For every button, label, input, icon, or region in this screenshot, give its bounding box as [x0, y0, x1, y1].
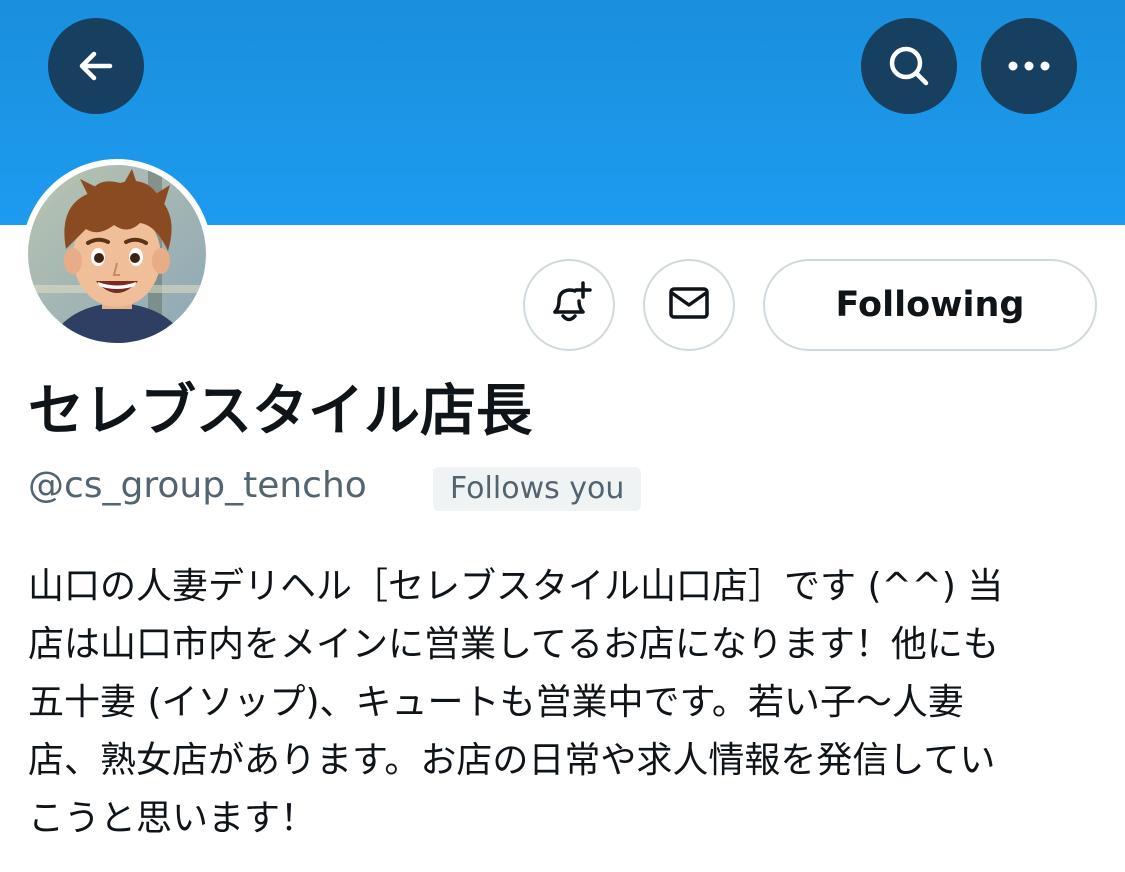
- bell-plus-icon: [545, 279, 593, 331]
- following-button[interactable]: Following: [763, 259, 1097, 351]
- profile-page: Following セレブスタイル店長 @cs_group_tencho Fol…: [0, 0, 1125, 872]
- more-button[interactable]: [981, 18, 1077, 114]
- display-name: セレブスタイル店長: [28, 379, 532, 444]
- search-icon: [885, 42, 933, 90]
- notify-button[interactable]: [523, 259, 615, 351]
- search-button[interactable]: [861, 18, 957, 114]
- mail-icon: [665, 279, 713, 331]
- back-button[interactable]: [48, 18, 144, 114]
- profile-bio: 山口の人妻デリヘル［セレブスタイル山口店］です (^^) 当 店は山口市内をメイ…: [28, 566, 1004, 839]
- follows-you-badge: Follows you: [433, 467, 642, 511]
- following-label: Following: [835, 285, 1025, 325]
- message-button[interactable]: [643, 259, 735, 351]
- more-horizontal-icon: [1005, 58, 1053, 74]
- avatar[interactable]: [28, 165, 206, 343]
- arrow-left-icon: [74, 44, 118, 88]
- avatar-image: [28, 165, 206, 343]
- user-handle: @cs_group_tencho: [28, 465, 367, 506]
